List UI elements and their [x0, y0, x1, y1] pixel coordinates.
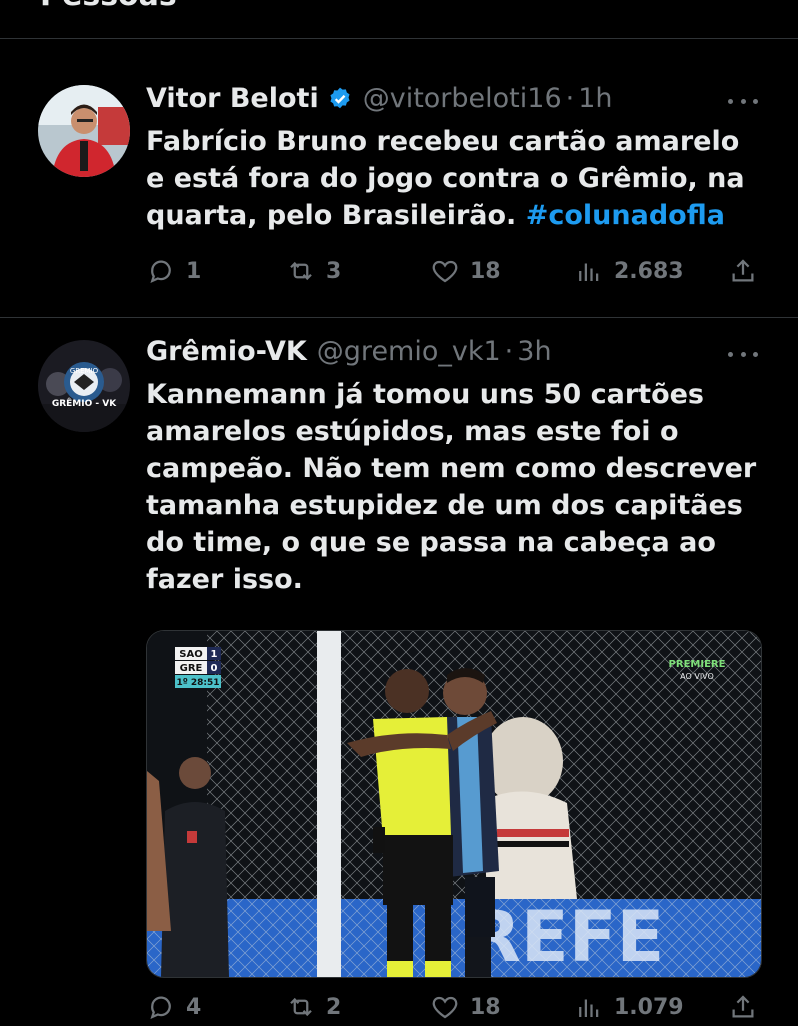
- like-button[interactable]: 18: [430, 256, 501, 286]
- avatar[interactable]: [38, 85, 130, 177]
- share-icon: [732, 995, 754, 1018]
- separator-dot: ·: [504, 336, 514, 367]
- tweet-header: Vitor Beloti @vitorbeloti16 · 1h: [146, 83, 613, 114]
- views-button[interactable]: 2.683: [574, 256, 684, 286]
- tweet-actions: 4 2 18 1.079: [146, 992, 758, 1026]
- avatar-caption: GRÊMIO - VK: [52, 397, 117, 409]
- author-handle[interactable]: @gremio_vk1: [317, 336, 501, 367]
- retweet-icon: [290, 261, 312, 281]
- verified-badge-icon: [330, 87, 350, 108]
- timestamp[interactable]: 3h: [517, 336, 551, 367]
- retweet-count: 3: [326, 258, 342, 284]
- more-options-icon[interactable]: [728, 349, 758, 359]
- share-button[interactable]: [728, 256, 768, 286]
- tweet-media-image[interactable]: REFE SAO 1 GRE 0 1º 28:51 PREMIERE AO VI…: [146, 630, 762, 978]
- section-title: Pessoas: [40, 0, 177, 13]
- retweet-button[interactable]: 2: [286, 992, 341, 1022]
- reply-button[interactable]: 1: [146, 256, 201, 286]
- tweet-text: Kannemann já tomou uns 50 cartões amarel…: [146, 379, 757, 595]
- view-count: 2.683: [614, 258, 684, 284]
- author-name[interactable]: Grêmio-VK: [146, 336, 307, 367]
- share-icon: [732, 259, 754, 282]
- scorebug-score1: 1: [211, 649, 218, 660]
- retweet-count: 2: [326, 994, 342, 1020]
- hashtag-link[interactable]: #colunadofla: [526, 200, 725, 231]
- views-button[interactable]: 1.079: [574, 992, 684, 1022]
- broadcaster-logo: PREMIERE: [669, 659, 726, 670]
- heart-icon: [432, 996, 458, 1019]
- share-button[interactable]: [728, 992, 768, 1022]
- like-count: 18: [470, 258, 501, 284]
- like-count: 18: [470, 994, 501, 1020]
- view-count: 1.079: [614, 994, 684, 1020]
- tweet-actions: 1 3 18 2.683: [146, 256, 758, 290]
- like-button[interactable]: 18: [430, 992, 501, 1022]
- views-chart-icon: [579, 263, 599, 281]
- separator-dot: ·: [565, 83, 575, 114]
- author-handle[interactable]: @vitorbeloti16: [363, 83, 562, 114]
- retweet-icon: [290, 997, 312, 1017]
- reply-count: 4: [186, 994, 202, 1020]
- avatar[interactable]: GREMIO GRÊMIO - VK: [38, 340, 130, 432]
- match-photo: REFE SAO 1 GRE 0 1º 28:51 PREMIERE AO VI…: [147, 631, 761, 977]
- scorebug-score2: 0: [211, 663, 218, 674]
- reply-button[interactable]: 4: [146, 992, 201, 1022]
- reply-icon: [150, 260, 171, 284]
- tweet-text: Fabrício Bruno recebeu cartão amarelo e …: [146, 123, 766, 234]
- svg-text:REFE: REFE: [467, 896, 664, 977]
- scorebug-clock: 1º 28:51: [176, 678, 219, 688]
- scorebug-team1: SAO: [179, 649, 202, 660]
- author-name[interactable]: Vitor Beloti: [146, 83, 319, 114]
- tweet[interactable]: Vitor Beloti @vitorbeloti16 · 1h Fabríci…: [0, 39, 798, 317]
- reply-count: 1: [186, 258, 202, 284]
- reply-icon: [150, 996, 171, 1020]
- heart-icon: [432, 260, 458, 283]
- more-options-icon[interactable]: [728, 96, 758, 106]
- live-label: AO VIVO: [680, 672, 714, 681]
- views-chart-icon: [579, 999, 599, 1017]
- tweet-header: Grêmio-VK @gremio_vk1 · 3h: [146, 336, 552, 367]
- tweet[interactable]: GREMIO GRÊMIO - VK Grêmio-VK @gremio_vk1…: [0, 318, 798, 1024]
- retweet-button[interactable]: 3: [286, 256, 341, 286]
- timestamp[interactable]: 1h: [578, 83, 612, 114]
- svg-text:GREMIO: GREMIO: [70, 367, 99, 375]
- scorebug-team2: GRE: [180, 663, 203, 674]
